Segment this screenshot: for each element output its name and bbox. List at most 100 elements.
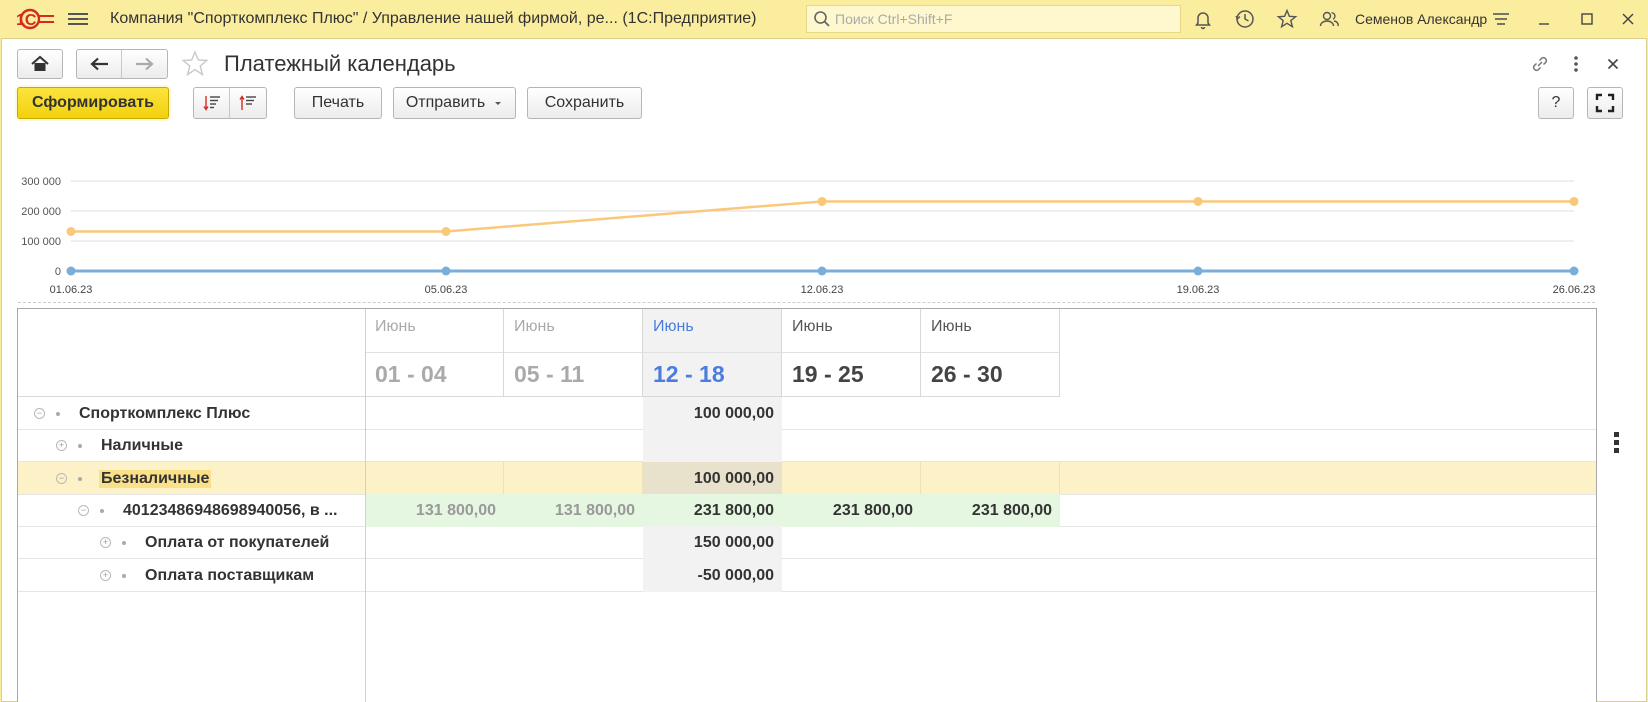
period-month: Июнь — [792, 318, 833, 335]
bullet-icon — [56, 412, 60, 416]
data-point — [66, 266, 76, 276]
print-button[interactable]: Печать — [294, 87, 382, 119]
search-input[interactable] — [835, 11, 1165, 27]
close-form-icon[interactable] — [1602, 53, 1624, 75]
header-corner — [18, 309, 366, 397]
home-icon — [31, 55, 49, 71]
sort-buttons — [193, 87, 267, 119]
help-button[interactable]: ? — [1538, 87, 1574, 119]
generate-button[interactable]: Сформировать — [17, 87, 169, 119]
1c-logo-icon[interactable]: 1С — [14, 8, 56, 30]
bell-icon[interactable] — [1192, 8, 1214, 30]
period-month: Июнь — [653, 318, 694, 335]
table-row[interactable]: − 40123486948698940056, в ... 131 800,00 13… — [18, 493, 1596, 527]
expand-icon[interactable]: + — [100, 537, 111, 549]
period-month: Июнь — [931, 318, 972, 335]
chart-separator — [18, 302, 1595, 303]
bullet-icon — [100, 508, 104, 513]
y-tick-label: 200 000 — [21, 206, 61, 218]
save-button[interactable]: Сохранить — [527, 87, 642, 119]
form-title: Платежный календарь — [224, 51, 456, 76]
minimize-icon[interactable] — [1533, 8, 1555, 30]
collapse-icon[interactable]: − — [56, 472, 67, 484]
collapse-icon[interactable]: − — [78, 504, 89, 516]
period-header[interactable]: Июнь 05 - 11 — [504, 309, 643, 397]
period-range: 12 - 18 — [653, 361, 725, 387]
y-tick-label: 0 — [55, 266, 61, 278]
period-header[interactable]: Июнь 01 - 04 — [365, 309, 504, 397]
period-range: 01 - 04 — [375, 361, 447, 387]
sort-ascending-button[interactable] — [230, 88, 266, 118]
back-button[interactable] — [77, 50, 123, 78]
series-line — [71, 200, 1574, 233]
form-window: Платежный календарь Сформировать Печать … — [1, 38, 1647, 702]
cell-value: 100 000,00 — [693, 405, 774, 422]
more-actions-icon[interactable] — [1565, 53, 1587, 75]
send-button[interactable]: Отправить — [393, 87, 516, 119]
data-point — [66, 226, 76, 236]
settings-lines-icon[interactable] — [1490, 8, 1512, 30]
user-name[interactable]: Семенов Александр — [1355, 11, 1487, 27]
header-divider — [504, 352, 642, 353]
label-column-divider — [365, 309, 366, 702]
cell-value: 231 800,00 — [832, 501, 913, 519]
period-range: 19 - 25 — [792, 361, 864, 387]
data-point — [441, 266, 451, 276]
period-cell — [782, 461, 921, 495]
x-tick-label: 26.06.23 — [1553, 284, 1596, 296]
period-header[interactable]: Июнь 26 - 30 — [921, 309, 1060, 397]
table-row[interactable]: + Наличные — [18, 429, 1596, 463]
forward-button[interactable] — [122, 50, 167, 78]
history-icon[interactable] — [1234, 8, 1256, 30]
x-tick-label: 05.06.23 — [425, 284, 468, 296]
data-point — [441, 226, 451, 236]
table-row[interactable]: − Спорткомплекс Плюс 100 000,00 — [18, 397, 1596, 430]
fullscreen-icon — [1595, 93, 1615, 113]
bullet-icon — [78, 444, 82, 449]
sort-descending-button[interactable] — [194, 88, 231, 118]
expand-icon[interactable]: + — [100, 569, 111, 581]
table-row[interactable]: − Безналичные 100 000,00 — [18, 461, 1596, 495]
period-range: 05 - 11 — [514, 361, 585, 387]
expand-icon[interactable]: + — [56, 440, 67, 452]
search-box[interactable] — [806, 5, 1181, 33]
users-icon[interactable] — [1318, 8, 1340, 30]
y-tick-label: 100 000 — [21, 236, 61, 248]
period-range: 26 - 30 — [931, 361, 1003, 387]
favorites-star-icon[interactable] — [1276, 8, 1298, 30]
data-point — [1193, 266, 1203, 276]
fullscreen-button[interactable] — [1587, 87, 1623, 119]
maximize-icon[interactable] — [1576, 8, 1598, 30]
period-cell — [921, 461, 1060, 495]
data-point — [1569, 196, 1579, 206]
period-header[interactable]: Июнь 19 - 25 — [782, 309, 921, 397]
sort-ascending-icon — [239, 95, 256, 110]
bullet-icon — [78, 476, 82, 481]
data-point — [1193, 196, 1203, 206]
table-row[interactable]: + Оплата от покупателей 150 000,00 — [18, 526, 1596, 560]
period-cell — [365, 461, 504, 495]
balance-chart: 300 000 200 000 100 000 0 01.06.23 05.06.23 12… — [21, 176, 1596, 296]
period-month: Июнь — [375, 318, 416, 335]
payment-calendar-table[interactable]: Июнь 01 - 04 Июнь 05 - 11 Июнь 12 - 18 Июнь 19 … — [17, 308, 1597, 702]
period-header[interactable]: Июнь 12 - 18 — [643, 309, 782, 397]
close-window-icon[interactable] — [1617, 8, 1639, 30]
svg-text:1С: 1С — [16, 12, 37, 29]
history-nav — [76, 49, 168, 79]
table-row[interactable]: + Оплата поставщикам -50 000,00 — [18, 558, 1596, 592]
favorite-star-icon[interactable] — [180, 49, 210, 79]
home-button[interactable] — [17, 49, 63, 79]
app-title: Компания "Спорткомплекс Плюс" / Управлен… — [110, 10, 757, 27]
header-divider — [921, 352, 1059, 353]
row-label: Наличные — [101, 437, 183, 455]
row-label: Оплата поставщикам — [145, 566, 315, 584]
collapse-icon[interactable]: − — [34, 408, 45, 419]
menu-icon[interactable] — [68, 10, 88, 28]
search-icon — [814, 11, 830, 27]
table-more-icon[interactable] — [1614, 429, 1620, 456]
period-month: Июнь — [514, 318, 555, 335]
arrow-left-icon — [90, 57, 108, 71]
header-divider — [365, 352, 503, 353]
current-period-cell — [643, 429, 782, 463]
link-icon[interactable] — [1529, 53, 1551, 75]
